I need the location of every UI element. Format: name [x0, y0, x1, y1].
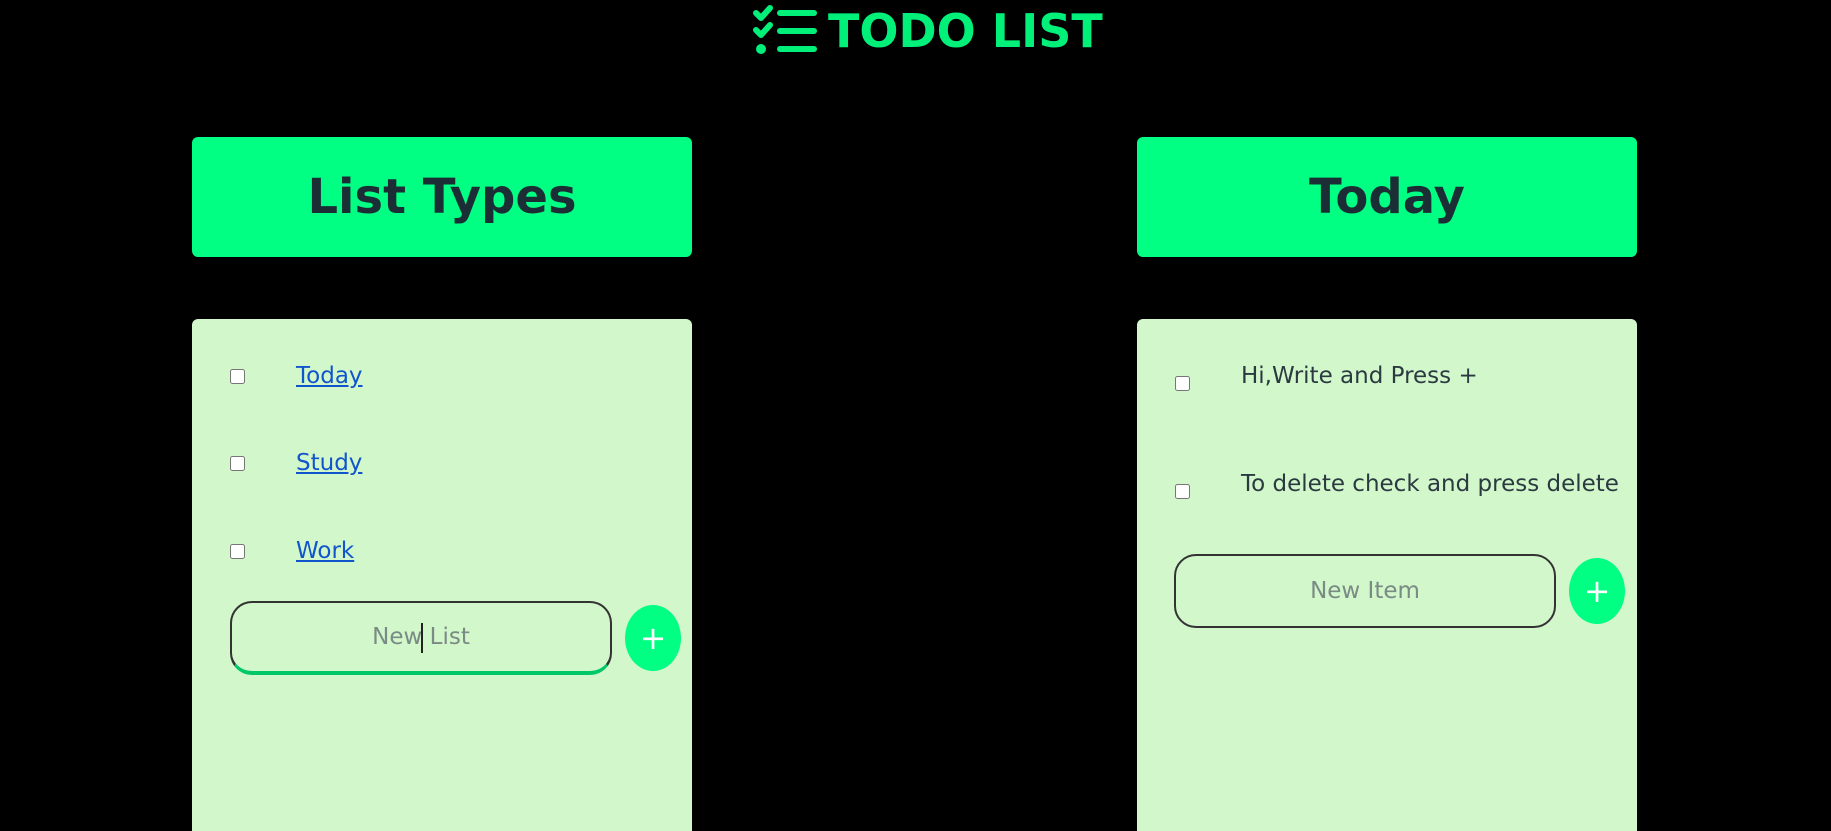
- add-list-button[interactable]: +: [625, 605, 681, 671]
- list-types-header: List Types: [192, 137, 692, 257]
- list-type-link-work[interactable]: Work: [296, 538, 354, 564]
- current-list-header: Today: [1137, 137, 1637, 257]
- list-type-link-study[interactable]: Study: [296, 450, 362, 476]
- list-type-row-today: Today: [192, 356, 692, 396]
- current-list-panel: Hi,Write and Press + To delete check and…: [1137, 319, 1637, 831]
- todo-item-row: Hi,Write and Press +: [1137, 356, 1637, 396]
- list-type-row-study: Study: [192, 443, 692, 483]
- list-type-row-work: Work: [192, 531, 692, 571]
- list-type-checkbox-today[interactable]: [230, 368, 245, 384]
- todo-item-checkbox[interactable]: [1175, 483, 1190, 499]
- list-type-checkbox-study[interactable]: [230, 455, 245, 471]
- todo-item-text: To delete check and press delete: [1241, 471, 1619, 497]
- current-list-title: Today: [1309, 169, 1465, 225]
- todo-item-row: To delete check and press delete: [1137, 464, 1637, 504]
- todo-item-checkbox[interactable]: [1175, 375, 1190, 391]
- todo-app: TODO LIST List Types Today Study Work + …: [0, 0, 1831, 831]
- list-type-link-today[interactable]: Today: [296, 363, 363, 389]
- add-item-button[interactable]: +: [1569, 558, 1625, 624]
- new-item-input[interactable]: [1174, 554, 1556, 628]
- list-types-title: List Types: [307, 169, 577, 225]
- app-header: TODO LIST: [752, 0, 1103, 62]
- text-caret: [421, 623, 423, 653]
- checklist-icon: [753, 5, 817, 54]
- list-types-panel: Today Study Work +: [192, 319, 692, 831]
- list-type-checkbox-work[interactable]: [230, 543, 245, 559]
- todo-item-text: Hi,Write and Press +: [1241, 363, 1478, 389]
- app-title: TODO LIST: [828, 4, 1103, 58]
